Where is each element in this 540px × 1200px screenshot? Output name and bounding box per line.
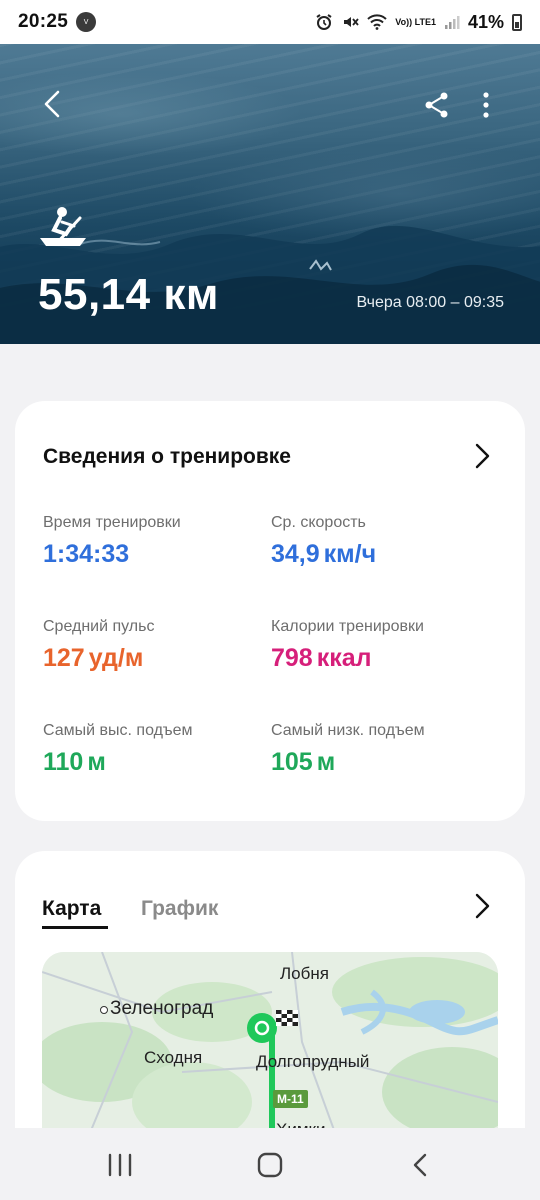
chevron-right-icon[interactable] bbox=[471, 441, 493, 471]
signal-icon bbox=[444, 14, 460, 30]
map-dot-icon bbox=[100, 1006, 108, 1014]
stat-label-min-elevation: Самый низк. подъем bbox=[271, 722, 425, 739]
map-label-dolgoprudny: Долгопрудный bbox=[256, 1052, 370, 1071]
stat-label-max-elevation: Самый выс. подъем bbox=[43, 722, 193, 739]
home-icon[interactable] bbox=[255, 1150, 285, 1180]
workout-details-title: Сведения о тренировке bbox=[43, 445, 291, 468]
stat-label-duration: Время тренировки bbox=[43, 514, 181, 531]
stat-value-duration: 1:34:33 bbox=[43, 540, 129, 569]
stat-value-avg-heart-rate: 127 уд/м bbox=[43, 644, 143, 673]
heart-rate-unit: уд/м bbox=[88, 644, 144, 672]
map-road-badge: М-11 bbox=[273, 1090, 308, 1108]
network-label: Vo)) LTE1 bbox=[395, 16, 436, 27]
status-time: 20:25 bbox=[18, 11, 69, 32]
max-elevation-unit: м bbox=[87, 748, 106, 776]
stat-label-avg-heart-rate: Средний пульс bbox=[43, 618, 155, 635]
duration-number: 1:34:33 bbox=[43, 540, 130, 568]
speed-unit: км/ч bbox=[323, 540, 377, 568]
status-right: Vo)) LTE1 41% bbox=[315, 12, 522, 33]
chevron-right-icon[interactable] bbox=[471, 891, 493, 921]
min-elevation-number: 105 bbox=[271, 748, 313, 776]
map-label-zelenograd: Зеленоград bbox=[100, 998, 213, 1020]
tab-map-underline bbox=[42, 926, 108, 929]
hero-banner: 55,14 км Вчера 08:00 – 09:35 bbox=[0, 44, 540, 344]
route-map[interactable]: Лобня Зеленоград Сходня Долгопрудный М-1… bbox=[42, 952, 498, 1152]
recent-apps-icon[interactable] bbox=[105, 1150, 135, 1180]
calories-number: 798 bbox=[271, 644, 313, 672]
tab-graph[interactable]: График bbox=[141, 897, 218, 921]
battery-icon bbox=[512, 13, 522, 31]
speed-number: 34,9 bbox=[271, 540, 320, 568]
stat-value-max-elevation: 110 м bbox=[43, 748, 106, 777]
stat-label-calories: Калории тренировки bbox=[271, 618, 424, 635]
max-elevation-number: 110 bbox=[43, 748, 84, 776]
map-label-skhodnya: Сходня bbox=[144, 1048, 203, 1067]
mute-icon bbox=[341, 13, 359, 31]
route-start-finish-markers bbox=[247, 1010, 298, 1043]
map-label-lobnya: Лобня bbox=[280, 964, 329, 983]
tab-map[interactable]: Карта bbox=[42, 897, 101, 921]
rowing-icon bbox=[40, 207, 86, 246]
vinted-app-icon: V bbox=[76, 12, 97, 32]
more-options-icon[interactable] bbox=[476, 90, 496, 120]
status-bar: 20:25 V Vo)) LTE1 41% bbox=[0, 0, 540, 44]
workout-time-range: Вчера 08:00 – 09:35 bbox=[356, 294, 504, 311]
calories-unit: ккал bbox=[316, 644, 372, 672]
back-arrow-icon[interactable] bbox=[36, 86, 72, 122]
stat-value-avg-speed: 34,9 км/ч bbox=[271, 540, 376, 569]
share-icon[interactable] bbox=[422, 90, 452, 120]
back-icon[interactable] bbox=[406, 1150, 436, 1180]
system-navigation-bar bbox=[0, 1128, 540, 1200]
stat-value-calories: 798 ккал bbox=[271, 644, 372, 673]
workout-details-card[interactable]: Сведения о тренировке Время тренировки 1… bbox=[15, 401, 525, 821]
wifi-icon bbox=[367, 14, 387, 30]
battery-percent: 41% bbox=[467, 11, 504, 32]
stat-value-min-elevation: 105 м bbox=[271, 748, 335, 777]
alarm-icon bbox=[315, 13, 333, 31]
zelenograd-text: Зеленоград bbox=[110, 998, 214, 1019]
min-elevation-unit: м bbox=[316, 748, 336, 776]
heart-rate-number: 127 bbox=[43, 644, 85, 672]
distance-value: 55,14 км bbox=[38, 270, 219, 319]
stat-label-avg-speed: Ср. скорость bbox=[271, 514, 366, 531]
